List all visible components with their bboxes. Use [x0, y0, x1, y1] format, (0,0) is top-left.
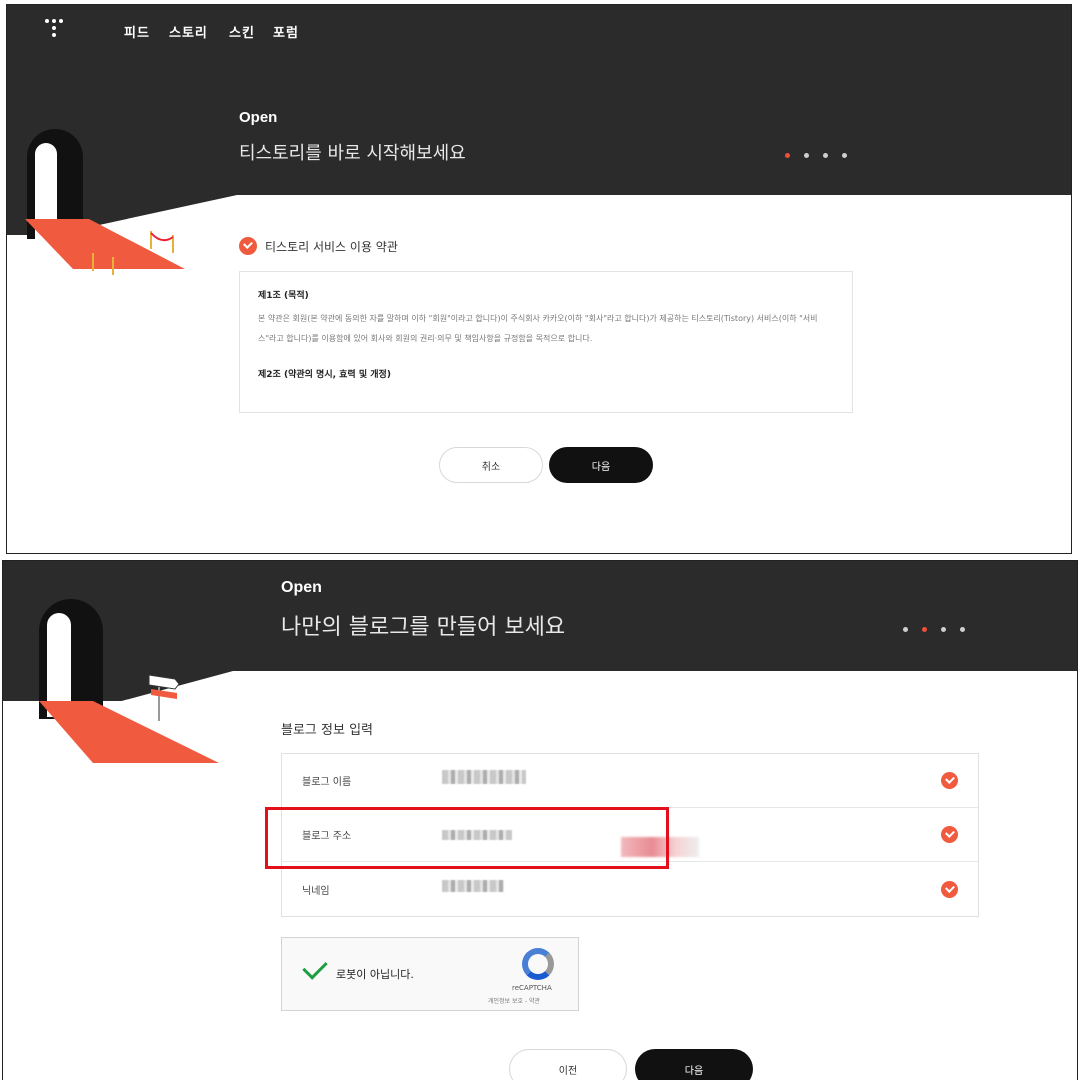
step-indicator — [903, 627, 965, 632]
step-dot-3 — [823, 153, 828, 158]
nickname-value-blurred — [442, 880, 504, 892]
terms-title: 티스토리 서비스 이용 약관 — [265, 239, 398, 254]
page-title: 나만의 블로그를 만들어 보세요 — [281, 615, 566, 640]
step-dot-1 — [785, 153, 790, 158]
step-dot-4 — [842, 153, 847, 158]
article-1-text: 본 약관은 회원(본 약관에 동의한 자를 말하며 이하 "회원"이라고 합니다… — [258, 314, 818, 343]
open-label: Open — [281, 579, 322, 596]
page-title: 티스토리를 바로 시작해보세요 — [239, 143, 466, 164]
terms-step-panel: 피드 스토리 스킨 포럼 Open 티스토리를 바로 시작해보세요 티스토리 서… — [6, 4, 1072, 554]
terms-scroll-box[interactable]: 제1조 (목적) 본 약관은 회원(본 약관에 동의한 자를 말하며 이하 "회… — [239, 271, 853, 413]
prev-button[interactable]: 이전 — [509, 1049, 627, 1080]
blog-name-row[interactable]: 블로그 이름 — [282, 754, 978, 808]
cancel-button[interactable]: 취소 — [439, 447, 543, 483]
valid-check-icon — [941, 826, 958, 843]
check-icon — [239, 237, 257, 255]
nickname-label: 닉네임 — [302, 885, 330, 897]
article-2-title: 제2조 (약관의 명시, 효력 및 개정) — [258, 370, 391, 380]
tistory-logo[interactable] — [45, 17, 67, 41]
step-dot-2 — [922, 627, 927, 632]
open-label: Open — [239, 109, 278, 126]
recaptcha-links[interactable]: 개인정보 보호 - 약관 — [488, 996, 540, 1005]
nav-skin[interactable]: 스킨 — [229, 22, 255, 41]
blog-info-step-panel: Open 나만의 블로그를 만들어 보세요 블로그 정보 입력 블로그 이름 블… — [2, 560, 1078, 1080]
valid-check-icon — [941, 880, 958, 898]
nav-story[interactable]: 스토리 — [169, 22, 208, 41]
signpost-illustration — [148, 674, 180, 721]
step-dot-1 — [903, 627, 908, 632]
step-dot-4 — [960, 627, 965, 632]
recaptcha-brand: reCAPTCHA — [512, 984, 552, 992]
page: 피드 스토리 스킨 포럼 Open 티스토리를 바로 시작해보세요 티스토리 서… — [0, 0, 1080, 1080]
nav-feed[interactable]: 피드 — [124, 22, 150, 41]
terms-agree-check[interactable]: 티스토리 서비스 이용 약관 — [239, 237, 398, 255]
blog-info-section-title: 블로그 정보 입력 — [281, 723, 373, 738]
next-button[interactable]: 다음 — [635, 1049, 753, 1080]
address-highlight-box — [265, 807, 669, 869]
recaptcha-logo-icon — [522, 948, 554, 980]
next-button[interactable]: 다음 — [549, 447, 653, 483]
recaptcha-label: 로봇이 아닙니다. — [336, 968, 414, 981]
step-dot-2 — [804, 153, 809, 158]
recaptcha-widget[interactable]: 로봇이 아닙니다. reCAPTCHA 개인정보 보호 - 약관 — [281, 937, 579, 1011]
blog-name-label: 블로그 이름 — [302, 777, 352, 788]
article-1-title: 제1조 (목적) — [258, 291, 309, 301]
step-indicator — [785, 153, 847, 158]
nav-forum[interactable]: 포럼 — [273, 22, 299, 41]
valid-check-icon — [941, 772, 958, 789]
stanchion-ropes — [92, 231, 174, 275]
blog-name-value-blurred — [442, 770, 526, 784]
nickname-row[interactable]: 닉네임 — [282, 862, 978, 916]
step-dot-3 — [941, 627, 946, 632]
recaptcha-checkmark-icon[interactable] — [302, 954, 328, 980]
